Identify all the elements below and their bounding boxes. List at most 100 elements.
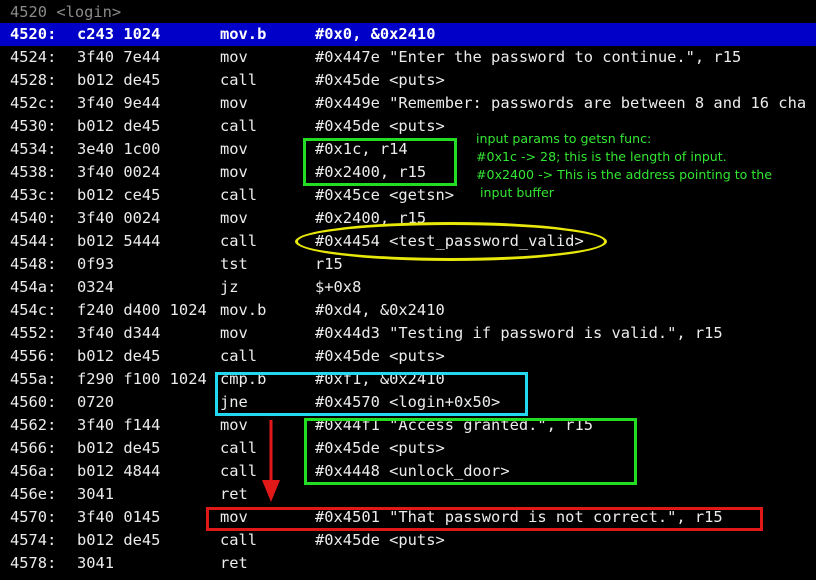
line-bytes: 3f40 0024 xyxy=(77,163,161,181)
note-line: #0x2400 -> This is the address pointing … xyxy=(476,167,773,182)
line-operands: #0x447e "Enter the password to continue.… xyxy=(315,48,742,66)
line-operands: #0x45ce <getsn> xyxy=(315,186,454,204)
note-line: input buffer xyxy=(476,185,554,200)
line-mnemonic: mov xyxy=(220,140,248,158)
line-operands: #0x2400, r15 xyxy=(315,163,427,181)
line-operands: #0x45de <puts> xyxy=(315,347,445,365)
line-mnemonic: mov xyxy=(220,324,248,342)
line-bytes: 3041 xyxy=(77,485,115,503)
line-address: 456e: xyxy=(10,485,57,503)
line-operands: #0x45de <puts> xyxy=(315,531,445,549)
line-bytes: b012 de45 xyxy=(77,71,161,89)
line-mnemonic: mov xyxy=(220,209,248,227)
down-arrow-icon xyxy=(262,420,280,502)
function-header-label: 4520 <login> xyxy=(10,3,122,21)
line-mnemonic: mov.b xyxy=(220,301,267,319)
line-mnemonic: mov xyxy=(220,508,248,526)
code-line[interactable]: 4560: 0720 jne #0x4570 <login+0x50> xyxy=(0,391,816,414)
line-bytes: c243 1024 xyxy=(77,25,161,43)
line-bytes: b012 de45 xyxy=(77,347,161,365)
line-operands: #0x45de <puts> xyxy=(315,71,445,89)
line-bytes: 3f40 d344 xyxy=(77,324,161,342)
line-mnemonic: jz xyxy=(220,278,239,296)
line-bytes: 3f40 9e44 xyxy=(77,94,161,112)
disassembly-view: 4520 <login> 4520: c243 1024 mov.b #0x0,… xyxy=(0,0,816,580)
line-bytes: 0324 xyxy=(77,278,115,296)
line-mnemonic: call xyxy=(220,462,258,480)
code-line[interactable]: 4540: 3f40 0024 mov #0x2400, r15 xyxy=(0,207,816,230)
line-address: 4538: xyxy=(10,163,57,181)
line-operands: #0x45de <puts> xyxy=(315,117,445,135)
code-line[interactable]: 452c: 3f40 9e44 mov #0x449e "Remember: p… xyxy=(0,92,816,115)
line-address: 4562: xyxy=(10,416,57,434)
line-mnemonic: call xyxy=(220,117,258,135)
line-mnemonic: mov xyxy=(220,163,248,181)
line-mnemonic: mov xyxy=(220,416,248,434)
line-mnemonic: mov.b xyxy=(220,25,267,43)
code-line[interactable]: 4562: 3f40 f144 mov #0x44f1 "Access gran… xyxy=(0,414,816,437)
line-operands: #0x4454 <test_password_valid> xyxy=(315,232,584,250)
code-line[interactable]: 4578: 3041 ret xyxy=(0,552,816,575)
line-operands: #0x4501 "That password is not correct.",… xyxy=(315,508,723,526)
line-bytes: 3f40 7e44 xyxy=(77,48,161,66)
line-bytes: b012 de45 xyxy=(77,439,161,457)
line-operands: #0x2400, r15 xyxy=(315,209,427,227)
code-line[interactable]: 4574: b012 de45 call #0x45de <puts> xyxy=(0,529,816,552)
line-address: 4556: xyxy=(10,347,57,365)
line-mnemonic: tst xyxy=(220,255,248,273)
line-address: 4520: xyxy=(10,25,57,43)
line-address: 4574: xyxy=(10,531,57,549)
code-line[interactable]: 455a: f290 f100 1024 cmp.b #0xf1, &0x241… xyxy=(0,368,816,391)
line-operands: #0x44f1 "Access granted.", r15 xyxy=(315,416,593,434)
line-address: 455a: xyxy=(10,370,57,388)
line-address: 453c: xyxy=(10,186,57,204)
line-bytes: 3f40 0024 xyxy=(77,209,161,227)
line-mnemonic: mov xyxy=(220,48,248,66)
getsn-params-note: input params to getsn func: #0x1c -> 28;… xyxy=(476,130,806,202)
line-bytes: 3e40 1c00 xyxy=(77,140,161,158)
line-bytes: f240 d400 1024 xyxy=(77,301,207,319)
line-mnemonic: call xyxy=(220,531,258,549)
line-address: 452c: xyxy=(10,94,57,112)
line-operands: #0xd4, &0x2410 xyxy=(315,301,445,319)
line-operands: $+0x8 xyxy=(315,278,362,296)
line-address: 4530: xyxy=(10,117,57,135)
line-mnemonic: cmp.b xyxy=(220,370,267,388)
line-bytes: 0f93 xyxy=(77,255,115,273)
code-line[interactable]: 456e: 3041 ret xyxy=(0,483,816,506)
line-bytes: 3f40 f144 xyxy=(77,416,161,434)
line-bytes: b012 de45 xyxy=(77,531,161,549)
line-operands: #0x449e "Remember: passwords are between… xyxy=(315,94,807,112)
line-operands: #0x1c, r14 xyxy=(315,140,408,158)
line-address: 454c: xyxy=(10,301,57,319)
code-line[interactable]: 4528: b012 de45 call #0x45de <puts> xyxy=(0,69,816,92)
code-line[interactable]: 454a: 0324 jz $+0x8 xyxy=(0,276,816,299)
code-line[interactable]: 4566: b012 de45 call #0x45de <puts> xyxy=(0,437,816,460)
code-line[interactable]: 4556: b012 de45 call #0x45de <puts> xyxy=(0,345,816,368)
code-line[interactable]: 4548: 0f93 tst r15 xyxy=(0,253,816,276)
line-address: 4560: xyxy=(10,393,57,411)
line-bytes: b012 ce45 xyxy=(77,186,161,204)
line-mnemonic: call xyxy=(220,439,258,457)
code-line[interactable]: 4552: 3f40 d344 mov #0x44d3 "Testing if … xyxy=(0,322,816,345)
line-bytes: f290 f100 1024 xyxy=(77,370,207,388)
line-mnemonic: call xyxy=(220,71,258,89)
code-line-current[interactable]: 4520: c243 1024 mov.b #0x0, &0x2410 xyxy=(0,23,816,46)
code-line[interactable]: 4524: 3f40 7e44 mov #0x447e "Enter the p… xyxy=(0,46,816,69)
line-address: 4528: xyxy=(10,71,57,89)
line-bytes: 0720 xyxy=(77,393,115,411)
code-line[interactable]: 454c: f240 d400 1024 mov.b #0xd4, &0x241… xyxy=(0,299,816,322)
line-mnemonic: mov xyxy=(220,94,248,112)
code-line[interactable]: 4570: 3f40 0145 mov #0x4501 "That passwo… xyxy=(0,506,816,529)
line-address: 4548: xyxy=(10,255,57,273)
line-operands: #0x0, &0x2410 xyxy=(315,25,436,43)
code-line[interactable]: 456a: b012 4844 call #0x4448 <unlock_doo… xyxy=(0,460,816,483)
line-address: 4566: xyxy=(10,439,57,457)
line-address: 456a: xyxy=(10,462,57,480)
line-bytes: b012 de45 xyxy=(77,117,161,135)
code-line[interactable]: 4544: b012 5444 call #0x4454 <test_passw… xyxy=(0,230,816,253)
line-address: 454a: xyxy=(10,278,57,296)
line-operands: #0xf1, &0x2410 xyxy=(315,370,445,388)
line-operands: #0x4570 <login+0x50> xyxy=(315,393,501,411)
line-address: 4578: xyxy=(10,554,57,572)
